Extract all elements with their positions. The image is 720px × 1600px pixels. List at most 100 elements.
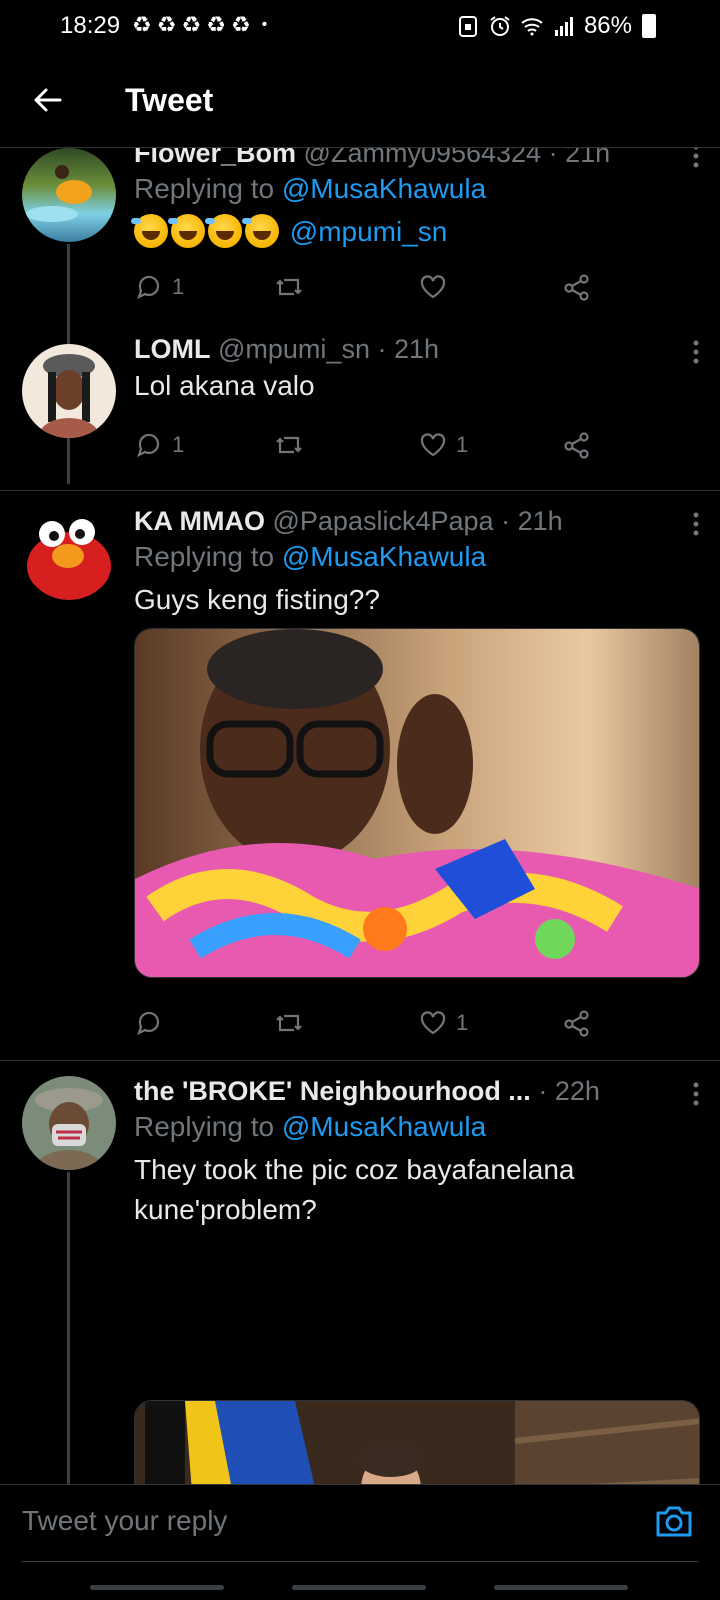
tweet-header: Flower_Bom @Zammy09564324 · 21h <box>134 148 700 170</box>
divider <box>0 490 720 491</box>
retweet-button[interactable] <box>274 430 304 460</box>
display-name[interactable]: the 'BROKE' Neighbourhood ... <box>134 1076 531 1106</box>
tweet-time: 21h <box>565 148 611 168</box>
avatar[interactable] <box>22 148 116 242</box>
reply-count: 1 <box>172 432 185 457</box>
tweet-content: Flower_Bom @Zammy09564324 · 21h Replying… <box>131 148 700 252</box>
tweet-thread[interactable]: Flower_Bom @Zammy09564324 · 21h Replying… <box>0 148 720 1484</box>
avatar[interactable] <box>22 506 116 600</box>
display-name[interactable]: LOML <box>134 334 210 364</box>
heart-icon <box>420 1011 446 1035</box>
like-button[interactable]: 1 <box>418 1008 468 1038</box>
tweet-text: They took the pic coz bayafanelana kune'… <box>134 1150 700 1230</box>
reply-button[interactable]: 1 <box>134 430 184 460</box>
battery-icon <box>642 14 656 38</box>
elmo-avatar-image <box>27 519 111 600</box>
tweet-actions: 1 1 <box>134 430 634 470</box>
share-icon <box>564 274 589 301</box>
reply-button[interactable] <box>134 1008 172 1038</box>
recycle-icon: ♻ <box>132 12 152 37</box>
tweet-header: LOML @mpumi_sn · 21h <box>134 332 700 366</box>
tweet-time: 21h <box>393 334 440 364</box>
share-button[interactable] <box>562 272 592 302</box>
tweet-text: Lol akana valo <box>134 370 315 401</box>
retweet-button[interactable] <box>274 1008 304 1038</box>
nav-hint-center <box>292 1585 426 1590</box>
rofl-emoji-icon <box>242 214 279 248</box>
avatar[interactable] <box>22 1076 116 1170</box>
reply-input[interactable]: Tweet your reply <box>22 1501 622 1541</box>
reply-icon <box>137 1011 160 1036</box>
like-button[interactable]: 1 <box>418 430 468 460</box>
avatar-image <box>39 354 99 438</box>
alarm-icon <box>490 16 510 36</box>
wifi-icon <box>521 18 543 36</box>
reply-icon <box>137 433 160 458</box>
mention-link[interactable]: @MusaKhawula <box>282 541 486 572</box>
avatar[interactable] <box>22 344 116 438</box>
tweet-photo[interactable] <box>134 628 700 978</box>
share-icon <box>564 432 589 459</box>
signal-icon <box>554 17 573 36</box>
input-underline <box>22 1561 698 1562</box>
more-options-icon[interactable] <box>692 148 700 170</box>
reply-count: 1 <box>172 274 185 299</box>
user-handle[interactable]: @mpumi_sn <box>218 334 370 364</box>
camera-icon[interactable] <box>654 1501 694 1541</box>
replying-label: Replying to <box>134 1111 275 1142</box>
separator-dot: · <box>501 506 518 536</box>
reply-composer: Tweet your reply <box>0 1484 720 1600</box>
lock-icon <box>458 16 477 37</box>
rofl-emoji-icon <box>168 214 205 248</box>
tweet-actions: 1 <box>134 272 634 312</box>
avatar-image <box>26 165 92 222</box>
share-button[interactable] <box>562 430 592 460</box>
tweet-actions: 1 <box>134 1008 634 1048</box>
separator-dot: · <box>538 1076 555 1106</box>
back-arrow-icon[interactable] <box>26 78 70 122</box>
reply-button[interactable]: 1 <box>134 272 184 302</box>
tweet-time: 22h <box>554 1076 600 1106</box>
heart-icon <box>420 275 446 299</box>
mention-link[interactable]: @mpumi_sn <box>290 216 448 247</box>
more-options-icon[interactable] <box>692 338 700 366</box>
status-time: 18:29 <box>60 12 121 39</box>
retweet-icon <box>276 436 302 454</box>
avatar-image <box>35 1088 103 1170</box>
retweet-button[interactable] <box>274 272 304 302</box>
tweet-content: LOML @mpumi_sn · 21h Lol akana valo <box>134 332 700 406</box>
status-bar: 18:29 ♻ ♻ ♻ ♻ ♻ • 86% <box>0 0 720 56</box>
more-options-icon[interactable] <box>692 1080 700 1108</box>
thread-connector <box>67 1172 70 1484</box>
tweet[interactable]: the 'BROKE' Neighbourhood ... · 22h Repl… <box>0 1062 720 1484</box>
tweet-header: the 'BROKE' Neighbourhood ... · 22h <box>134 1074 650 1108</box>
status-right: 86% <box>456 12 656 40</box>
user-handle[interactable]: @Papaslick4Papa <box>273 506 494 536</box>
display-name[interactable]: KA MMAO <box>134 506 265 536</box>
recycle-icon: ♻ <box>181 12 202 37</box>
tweet-text-line: They took the pic coz bayafanelana <box>134 1154 575 1185</box>
tweet-photo[interactable] <box>134 1400 700 1484</box>
tweet-text-line: kune'problem? <box>134 1194 317 1225</box>
recycle-icon: ♻ <box>156 12 177 37</box>
mention-link[interactable]: @MusaKhawula <box>282 1111 486 1142</box>
mention-link[interactable]: @MusaKhawula <box>282 173 486 204</box>
notification-icons: ♻ ♻ ♻ ♻ ♻ • <box>132 14 267 36</box>
photo-man-at-podium <box>135 1401 699 1484</box>
replying-label: Replying to <box>134 173 275 204</box>
page-title: Tweet <box>125 82 214 118</box>
replying-to: Replying to @MusaKhawula <box>134 1108 700 1146</box>
tweet[interactable]: LOML @mpumi_sn · 21h Lol akana valo 1 1 <box>0 332 720 482</box>
retweet-icon <box>276 1014 302 1032</box>
rofl-emoji-icon <box>205 214 242 248</box>
recycle-icon: ♻ <box>206 12 226 37</box>
gesture-nav-bar <box>0 1585 720 1591</box>
share-button[interactable] <box>562 1008 592 1038</box>
display-name[interactable]: Flower_Bom <box>134 148 296 168</box>
like-button[interactable] <box>418 272 456 302</box>
reply-icon <box>137 275 160 300</box>
like-count: 1 <box>456 432 469 457</box>
more-options-icon[interactable] <box>692 510 700 538</box>
user-handle[interactable]: @Zammy09564324 <box>304 148 542 168</box>
recycle-icon: ♻ <box>230 12 251 37</box>
